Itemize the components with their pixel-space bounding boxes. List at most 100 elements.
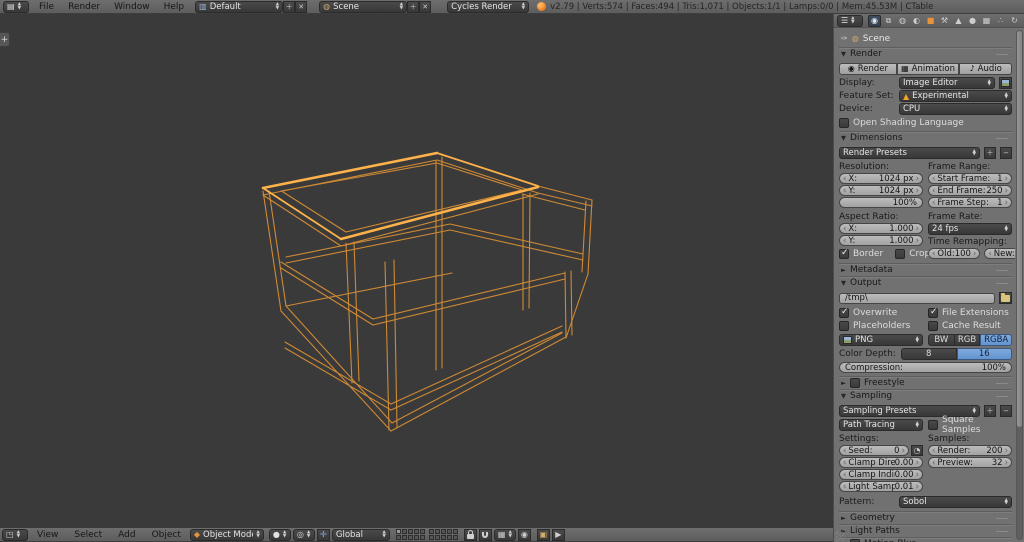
display-dropdown[interactable]: Image Editor: [899, 77, 995, 89]
pattern-dropdown[interactable]: Sobol: [899, 496, 1012, 508]
audio-button[interactable]: ♪ Audio: [959, 63, 1012, 75]
panel-header-render[interactable]: Render: [839, 47, 1012, 60]
manipulator-toggle[interactable]: ✛: [317, 529, 330, 541]
resolution-x-field[interactable]: X:1024 px: [839, 173, 923, 184]
delete-scene-button[interactable]: ✕: [419, 1, 431, 13]
panel-header-freestyle[interactable]: Freestyle: [839, 376, 1012, 389]
tab-render[interactable]: ◉: [868, 15, 881, 27]
placeholders-checkbox[interactable]: [839, 321, 849, 331]
feature-set-dropdown[interactable]: ▲ Experimental: [899, 90, 1012, 102]
layers-widget[interactable]: [396, 529, 458, 540]
scrollbar-thumb[interactable]: [1017, 31, 1022, 427]
editor-type-button-3dview[interactable]: ◳: [2, 529, 28, 541]
square-samples-checkbox[interactable]: [928, 420, 938, 430]
panel-header-motion-blur[interactable]: Motion Blur: [839, 537, 1012, 542]
start-frame-field[interactable]: Start Frame:1: [928, 173, 1012, 184]
properties-scrollbar[interactable]: [1016, 30, 1023, 540]
seed-field[interactable]: Seed:0: [839, 445, 909, 456]
depth-16-toggle[interactable]: 16: [957, 348, 1013, 360]
panel-header-geometry[interactable]: Geometry: [839, 511, 1012, 524]
panel-header-sampling[interactable]: Sampling: [839, 389, 1012, 402]
tab-object[interactable]: ■: [924, 15, 937, 27]
preview-samples-field[interactable]: Preview:32: [928, 457, 1012, 468]
frame-step-field[interactable]: Frame Step:1: [928, 197, 1012, 208]
osl-checkbox-row[interactable]: Open Shading Language: [839, 117, 1012, 129]
viewport-shading-selector[interactable]: ●: [269, 529, 291, 541]
aspect-y-field[interactable]: Y:1.000: [839, 235, 923, 246]
freestyle-checkbox[interactable]: [850, 378, 860, 388]
depth-8-toggle[interactable]: 8: [901, 348, 957, 360]
bw-toggle[interactable]: BW: [928, 334, 955, 346]
region-resize-grip[interactable]: [835, 531, 845, 541]
overwrite-checkbox[interactable]: [839, 308, 849, 318]
resolution-y-field[interactable]: Y:1024 px: [839, 185, 923, 196]
clamp-direct-field[interactable]: Clamp Direct:0.00: [839, 457, 923, 468]
menu-add[interactable]: Add: [111, 528, 142, 542]
square-samples-row[interactable]: Square Samples: [928, 419, 1012, 431]
menu-help[interactable]: Help: [157, 0, 192, 14]
tab-modifiers[interactable]: ⚒: [938, 15, 951, 27]
integrator-dropdown[interactable]: Path Tracing: [839, 419, 923, 431]
tab-render-layers[interactable]: ⧉: [882, 15, 895, 27]
opengl-render-button[interactable]: ▣: [537, 529, 550, 541]
tab-scene[interactable]: ◍: [896, 15, 909, 27]
editor-type-button-info[interactable]: ▤: [3, 1, 29, 13]
tab-physics[interactable]: ↻: [1008, 15, 1021, 27]
remap-old-field[interactable]: Old:100: [928, 248, 980, 259]
opengl-render-anim-button[interactable]: ▶: [552, 529, 565, 541]
placeholders-row[interactable]: Placeholders: [839, 320, 923, 332]
tab-object-data[interactable]: ▲: [952, 15, 965, 27]
clamp-indirect-field[interactable]: Clamp Indirect:0.00: [839, 469, 923, 480]
rgb-toggle[interactable]: RGB: [955, 334, 981, 346]
light-sampling-threshold-field[interactable]: Light Sampling Thr:0.01: [839, 481, 923, 492]
lock-to-scene-toggle[interactable]: [464, 529, 477, 541]
pin-icon[interactable]: ✑: [841, 35, 848, 43]
menu-view[interactable]: View: [30, 528, 65, 542]
3d-viewport[interactable]: +: [0, 14, 833, 528]
editor-type-button-properties[interactable]: ☰: [837, 15, 863, 27]
menu-file[interactable]: File: [32, 0, 61, 14]
cache-result-row[interactable]: Cache Result: [928, 320, 1012, 332]
render-presets-dropdown[interactable]: Render Presets: [839, 147, 980, 159]
frame-rate-dropdown[interactable]: 24 fps: [928, 223, 1012, 235]
panel-header-output[interactable]: Output: [839, 276, 1012, 289]
render-engine-selector[interactable]: Cycles Render: [447, 1, 529, 13]
mode-selector[interactable]: ◆ Object Mode: [190, 529, 264, 541]
wireframe-object[interactable]: [0, 14, 833, 528]
menu-object[interactable]: Object: [145, 528, 188, 542]
overwrite-row[interactable]: Overwrite: [839, 307, 923, 319]
layer-group-1[interactable]: [396, 529, 425, 540]
aspect-x-field[interactable]: X:1.000: [839, 223, 923, 234]
image-editor-button[interactable]: [999, 77, 1012, 89]
add-layout-button[interactable]: ＋: [283, 1, 295, 13]
border-checkbox[interactable]: [839, 249, 849, 259]
tab-world[interactable]: ◐: [910, 15, 923, 27]
output-path-field[interactable]: /tmp\: [839, 293, 995, 304]
animation-button[interactable]: ▦ Animation: [897, 63, 960, 75]
panel-header-dimensions[interactable]: Dimensions: [839, 131, 1012, 144]
device-dropdown[interactable]: CPU: [899, 103, 1012, 115]
snap-element-selector[interactable]: ▦: [494, 529, 516, 541]
panel-header-light-paths[interactable]: Light Paths: [839, 524, 1012, 537]
compression-slider[interactable]: Compression: 100%: [839, 362, 1012, 373]
file-extensions-checkbox[interactable]: [928, 308, 938, 318]
snap-toggle[interactable]: [479, 529, 492, 541]
proportional-edit-toggle[interactable]: ◉: [518, 529, 531, 541]
osl-checkbox[interactable]: [839, 118, 849, 128]
render-samples-field[interactable]: Render:200: [928, 445, 1012, 456]
end-frame-field[interactable]: End Frame:250: [928, 185, 1012, 196]
tab-particles[interactable]: ∴: [994, 15, 1007, 27]
crop-checkbox[interactable]: [895, 249, 905, 259]
animate-seed-button[interactable]: ◔: [911, 445, 923, 456]
browse-folder-button[interactable]: [999, 292, 1012, 304]
toolshelf-expand-handle[interactable]: +: [0, 32, 10, 47]
rgba-toggle[interactable]: RGBA: [980, 334, 1012, 346]
transform-orientation-selector[interactable]: Global: [332, 529, 390, 541]
add-preset-button[interactable]: ＋: [984, 147, 996, 159]
screen-layout-selector[interactable]: ▥ Default: [195, 1, 283, 13]
menu-render[interactable]: Render: [61, 0, 107, 14]
resolution-percent-field[interactable]: 100%: [839, 197, 923, 208]
delete-layout-button[interactable]: ✕: [295, 1, 307, 13]
scene-selector[interactable]: ◍ Scene: [319, 1, 407, 13]
menu-window[interactable]: Window: [107, 0, 157, 14]
